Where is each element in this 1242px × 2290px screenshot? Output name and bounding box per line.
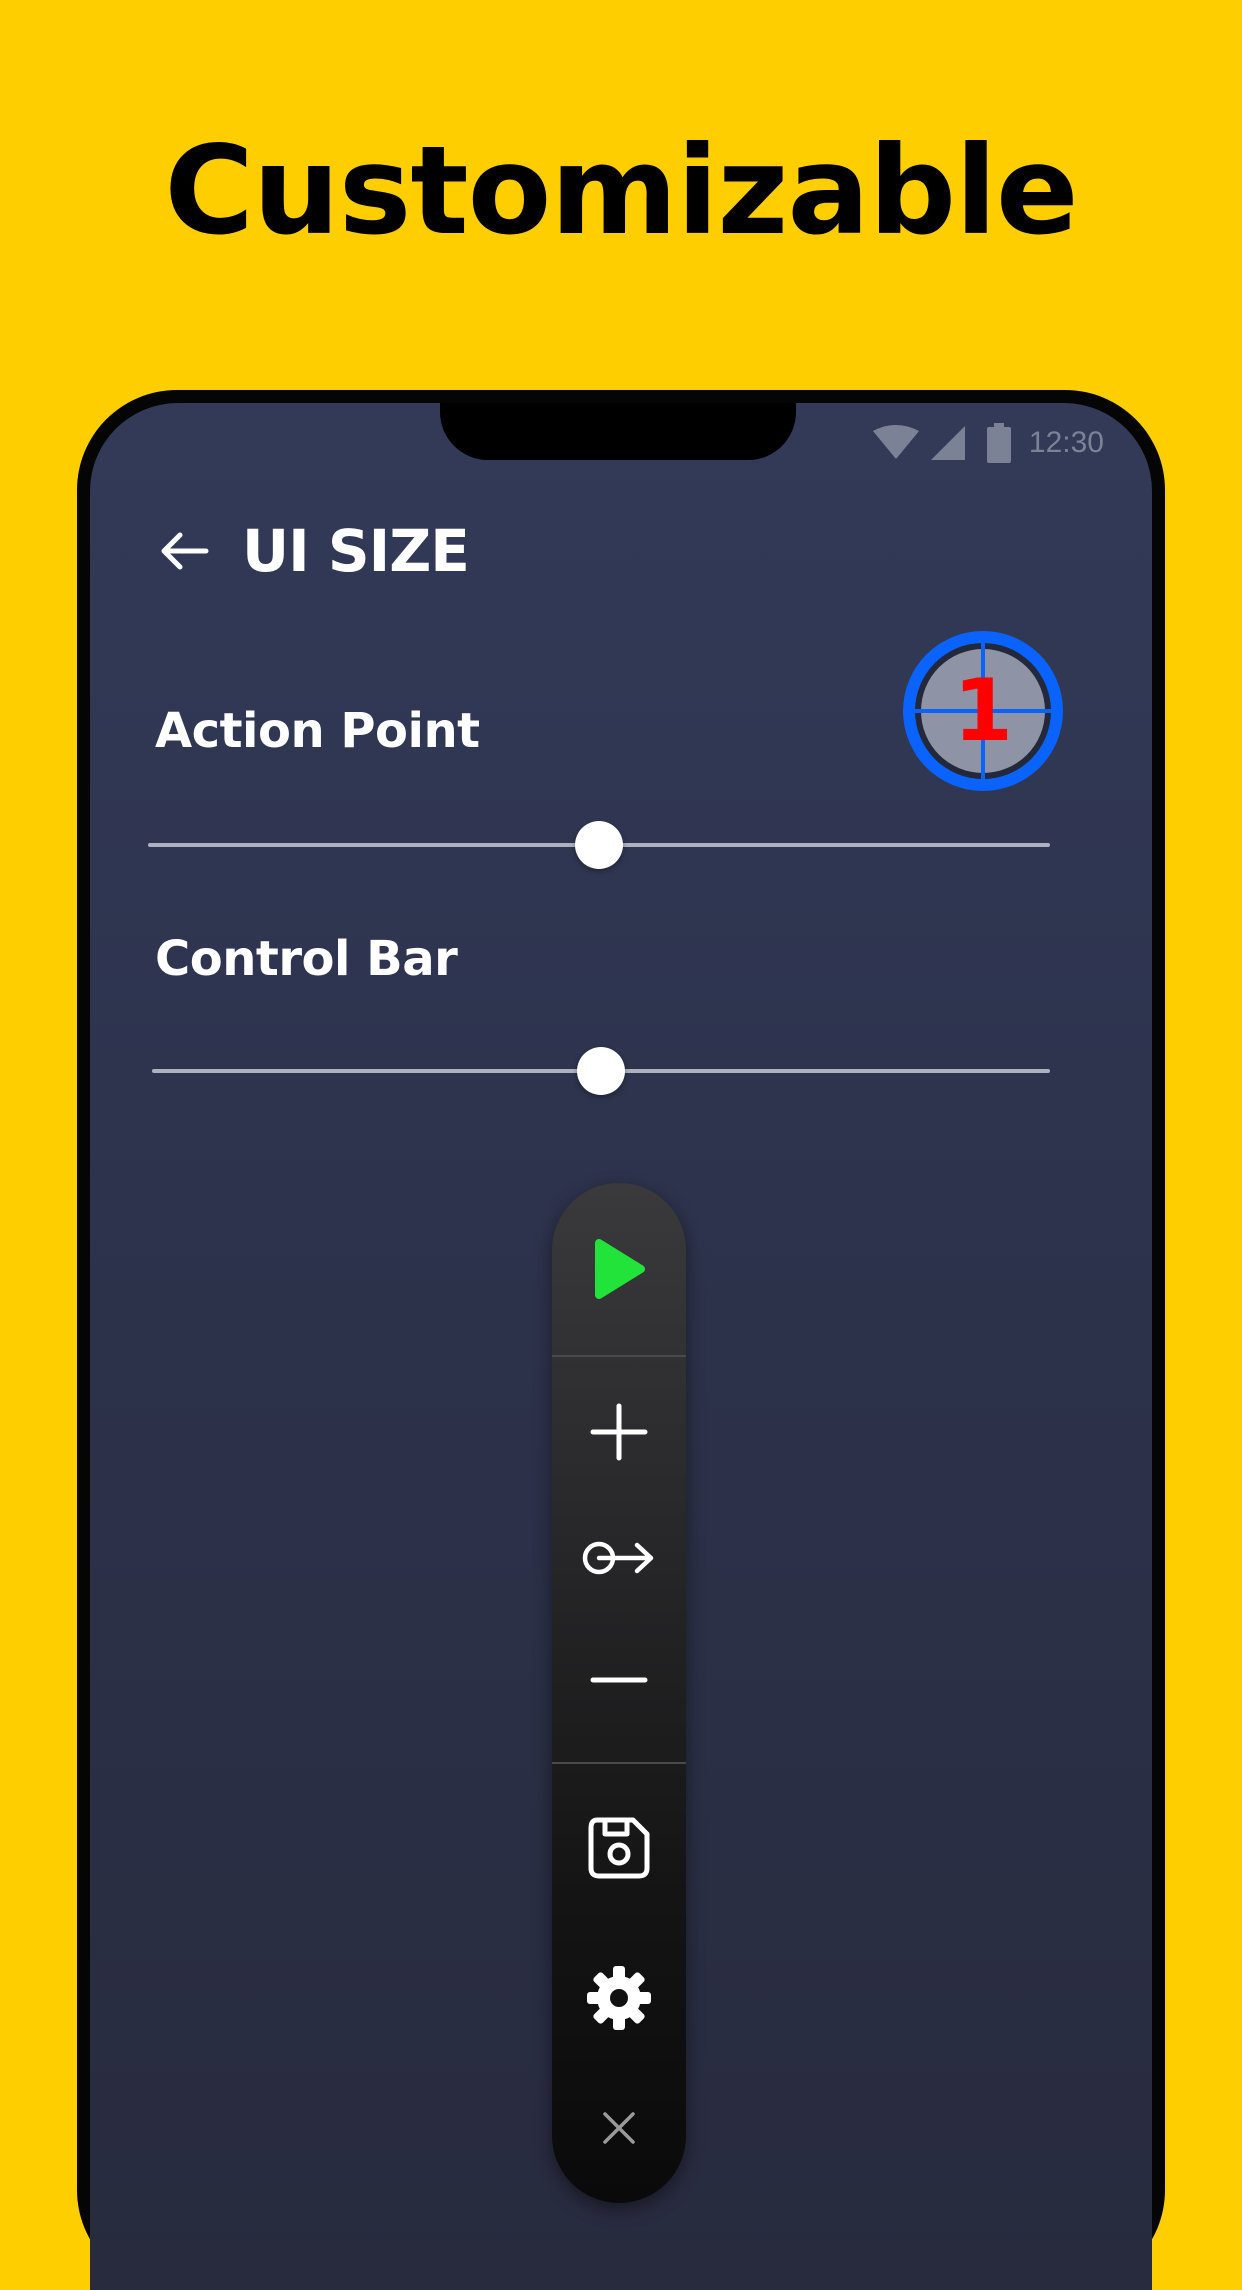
add-swipe-button[interactable] xyxy=(552,1493,686,1623)
headline: Customizable xyxy=(164,120,1078,262)
slider-thumb[interactable] xyxy=(575,821,623,869)
settings-button[interactable] xyxy=(552,1923,686,2073)
page-title: UI SIZE xyxy=(242,517,470,585)
minus-icon xyxy=(590,1677,648,1683)
add-point-button[interactable] xyxy=(552,1367,686,1497)
close-button[interactable] xyxy=(552,2063,686,2193)
phone-frame: 12:30 UI SIZE Action Point 1 Control Bar xyxy=(77,390,1165,2290)
play-button[interactable] xyxy=(552,1183,686,1355)
status-time: 12:30 xyxy=(1028,426,1104,459)
swipe-icon xyxy=(582,1541,654,1575)
signal-icon xyxy=(930,426,965,460)
slider-thumb[interactable] xyxy=(577,1047,625,1095)
close-icon xyxy=(603,2112,635,2144)
back-arrow-icon[interactable] xyxy=(156,523,212,579)
divider xyxy=(552,1355,686,1357)
play-icon xyxy=(595,1239,645,1299)
camera-notch xyxy=(440,403,796,460)
action-point-number: 1 xyxy=(953,661,1013,761)
remove-point-button[interactable] xyxy=(552,1615,686,1745)
action-point-slider[interactable] xyxy=(148,821,1050,871)
wifi-icon xyxy=(872,425,919,459)
action-point-label: Action Point xyxy=(155,703,480,759)
control-bar-label: Control Bar xyxy=(155,931,458,987)
floating-control-bar xyxy=(552,1183,686,2203)
status-bar: 12:30 xyxy=(872,421,1104,465)
action-point-preview: 1 xyxy=(903,631,1063,791)
divider xyxy=(552,1762,686,1764)
plus-icon xyxy=(590,1403,648,1461)
app-bar: UI SIZE xyxy=(156,511,470,591)
battery-icon xyxy=(986,423,1011,463)
control-bar-slider[interactable] xyxy=(152,1047,1050,1097)
gear-icon xyxy=(587,1966,651,2030)
save-icon xyxy=(588,1817,650,1879)
save-button[interactable] xyxy=(552,1773,686,1923)
app-screen: 12:30 UI SIZE Action Point 1 Control Bar xyxy=(90,403,1152,2290)
